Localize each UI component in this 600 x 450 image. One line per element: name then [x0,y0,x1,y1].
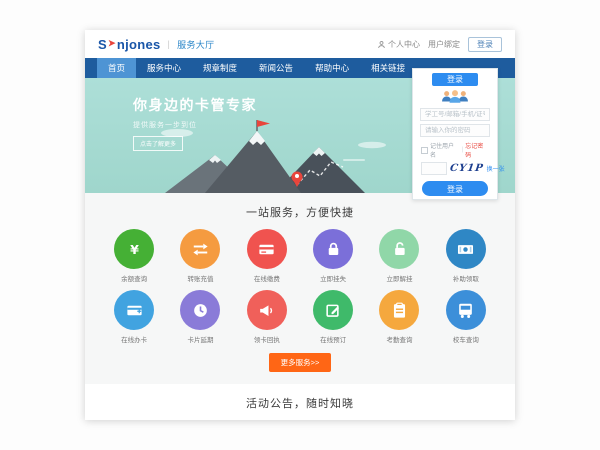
logo[interactable]: S➤njones | 服务大厅 [98,37,214,52]
service-item-11[interactable]: 校车查询 [433,290,499,344]
service-item-label: 立即挂失 [300,273,366,283]
user-icon [377,40,386,49]
hero-cta-button[interactable]: 点击了解更多 [133,136,183,151]
megaphone-icon [247,290,287,330]
service-item-label: 余额查询 [101,273,167,283]
clock-icon [180,290,220,330]
service-item-label: 在线预订 [300,334,366,344]
header-login-button[interactable]: 登录 [468,37,502,52]
card-plus-icon [114,290,154,330]
announcements-section: 活动公告，随时知晓 使用指南 最新公告 更多>> 使用指南 更多>> [85,384,515,420]
service-item-6[interactable]: 在线办卡 [101,290,167,344]
nav-item-5[interactable]: 相关链接 [360,58,416,78]
nav-item-0[interactable]: 首页 [97,58,136,78]
user-bind-link[interactable]: 用户绑定 [428,39,460,50]
logo-text-suffix: njones [117,37,161,52]
lock-icon [313,229,353,269]
service-item-label: 在线办卡 [101,334,167,344]
logo-text-prefix: S [98,37,107,52]
top-header: S➤njones | 服务大厅 个人中心 用户绑定 登录 [85,30,515,58]
captcha-image[interactable]: CY1P [449,163,484,174]
service-item-8[interactable]: 领卡回执 [234,290,300,344]
captcha-refresh-link[interactable]: 换一张 [487,164,505,173]
services-grid: ¥ 余额查询转账充值在线缴费立即挂失立即解挂补助领取在线办卡卡片延期领卡回执在线预… [85,229,515,344]
site-name: 服务大厅 [177,38,214,51]
announcements-title: 活动公告，随时知晓 [85,395,515,411]
yuan-icon: ¥ [114,229,154,269]
service-item-5[interactable]: 补助领取 [433,229,499,283]
users-icon [440,88,470,105]
services-section: 一站服务，方便快捷 ¥ 余额查询转账充值在线缴费立即挂失立即解挂补助领取在线办卡卡… [85,193,515,384]
service-item-label: 卡片延期 [167,334,233,344]
unlock-icon [379,229,419,269]
card-icon [247,229,287,269]
remember-checkbox[interactable] [421,147,428,154]
service-item-label: 补助领取 [433,273,499,283]
password-input[interactable] [420,124,490,137]
nav-item-2[interactable]: 规章制度 [192,58,248,78]
service-item-label: 转账充值 [167,273,233,283]
logo-arrow-icon: ➤ [108,38,116,49]
captcha-input[interactable] [421,162,447,175]
service-item-10[interactable]: 考勤查询 [366,290,432,344]
service-item-1[interactable]: 转账充值 [167,229,233,283]
logo-divider: | [168,39,171,49]
service-item-label: 立即解挂 [366,273,432,283]
service-item-label: 校车查询 [433,334,499,344]
service-item-label: 考勤查询 [366,334,432,344]
service-item-2[interactable]: 在线缴费 [234,229,300,283]
nav-item-1[interactable]: 服务中心 [136,58,192,78]
more-services-button[interactable]: 更多服务>> [269,353,332,372]
personal-center-link[interactable]: 个人中心 [377,39,420,50]
forgot-password-link[interactable]: 忘记密码 [465,141,489,159]
login-panel: 登录 记住用户名 | 忘记密码 CY1P 换一张 登录 [412,68,498,200]
nav-item-4[interactable]: 帮助中心 [304,58,360,78]
hero-title: 你身边的卡管专家 [133,95,257,115]
service-item-label: 领卡回执 [234,334,300,344]
transfer-icon [180,229,220,269]
remember-label: 记住用户名 [430,141,460,159]
service-item-4[interactable]: 立即解挂 [366,229,432,283]
services-title: 一站服务，方便快捷 [85,204,515,220]
login-tab[interactable]: 登录 [432,73,478,86]
nav-item-3[interactable]: 新闻公告 [248,58,304,78]
service-item-9[interactable]: 在线预订 [300,290,366,344]
service-item-label: 在线缴费 [234,273,300,283]
page: S➤njones | 服务大厅 个人中心 用户绑定 登录 首页服务中心规章制度新… [85,30,515,420]
login-submit-button[interactable]: 登录 [422,181,488,196]
svg-text:¥: ¥ [130,241,139,256]
service-item-3[interactable]: 立即挂失 [300,229,366,283]
clipboard-icon [379,290,419,330]
service-item-7[interactable]: 卡片延期 [167,290,233,344]
hero-subtitle: 提供服务一步到位 [133,120,257,130]
banknote-icon [446,229,486,269]
username-input[interactable] [420,108,490,121]
service-item-0[interactable]: ¥ 余额查询 [101,229,167,283]
separator: | [462,147,464,153]
edit-icon [313,290,353,330]
bus-icon [446,290,486,330]
